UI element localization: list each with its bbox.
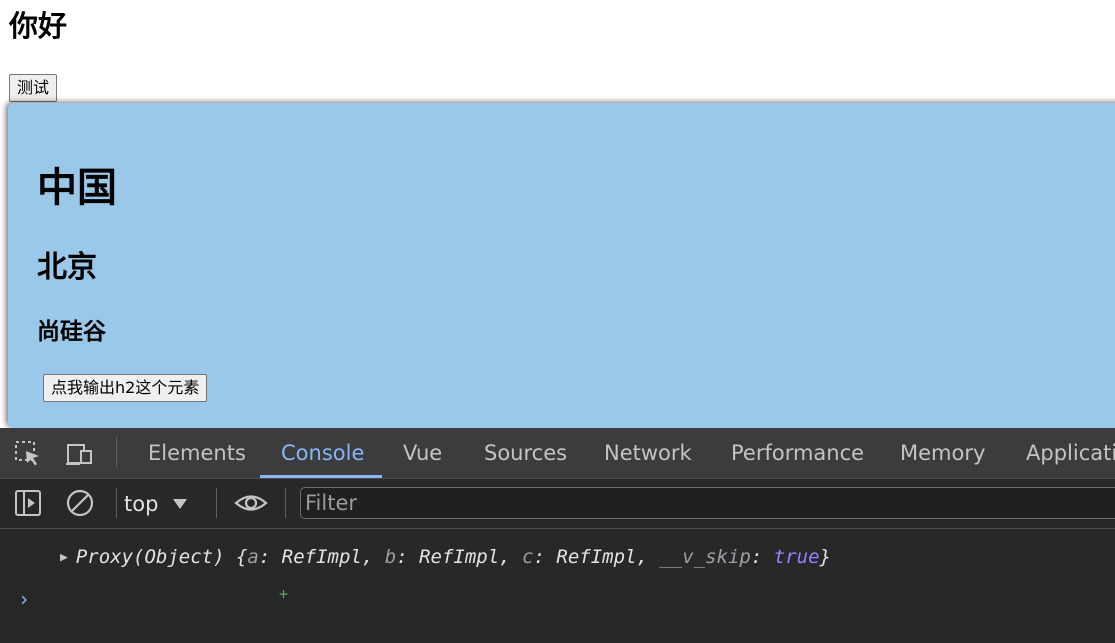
mouse-cursor-plus: + <box>279 585 289 603</box>
log-suffix: } <box>819 546 831 568</box>
tab-console[interactable]: Console <box>281 428 364 478</box>
filter-box <box>300 487 1115 519</box>
tabbar-separator <box>116 437 117 467</box>
clear-console-icon[interactable] <box>66 489 94 517</box>
tab-performance[interactable]: Performance <box>731 428 864 478</box>
log-value: RefImpl <box>556 546 637 568</box>
toolbar-separator <box>116 488 117 518</box>
toolbar-separator <box>216 488 217 518</box>
context-selector[interactable]: top <box>124 479 188 528</box>
log-value: RefImpl <box>419 546 500 568</box>
tab-vue[interactable]: Vue <box>403 428 442 478</box>
tab-sources[interactable]: Sources <box>484 428 567 478</box>
toolbar-separator <box>285 488 286 518</box>
heading-beijing: 北京 <box>37 250 97 285</box>
tab-network[interactable]: Network <box>604 428 692 478</box>
log-key: a <box>247 546 259 568</box>
tab-application[interactable]: Applicatio <box>1026 428 1115 478</box>
heading-school: 尚硅谷 <box>37 319 106 345</box>
log-value-boolean: true <box>773 546 820 568</box>
devtools-panel: Elements Console Vue Sources Network Per… <box>0 428 1115 643</box>
context-label: top <box>124 491 159 516</box>
tab-memory[interactable]: Memory <box>900 428 985 478</box>
log-key: __v_skip <box>659 546 751 568</box>
log-key: b <box>384 546 397 568</box>
live-expression-eye-icon[interactable] <box>234 489 268 517</box>
page-title: 你好 <box>9 9 68 43</box>
page-viewport: 你好 测试 中国 北京 尚硅谷 点我输出h2这个元素 <box>0 0 1115 428</box>
test-button[interactable]: 测试 <box>9 74 58 102</box>
log-key: c <box>522 546 534 568</box>
print-h2-button[interactable]: 点我输出h2这个元素 <box>43 374 208 402</box>
component-box: 中国 北京 尚硅谷 点我输出h2这个元素 <box>8 103 1115 428</box>
console-toolbar: top <box>0 479 1115 529</box>
screen: 你好 测试 中国 北京 尚硅谷 点我输出h2这个元素 Elements Cons… <box>0 0 1115 643</box>
dropdown-arrow-icon <box>173 498 188 509</box>
active-tab-indicator <box>260 475 382 478</box>
inspect-icon[interactable] <box>14 440 42 468</box>
sidebar-toggle-icon[interactable] <box>14 489 42 517</box>
console-prompt-icon[interactable]: › <box>18 585 30 613</box>
expand-triangle-icon[interactable]: ▶ <box>60 544 68 572</box>
device-toggle-icon[interactable] <box>66 440 94 468</box>
log-prefix: Proxy(Object) { <box>75 546 248 568</box>
devtools-tabbar: Elements Console Vue Sources Network Per… <box>0 428 1115 479</box>
heading-china: 中国 <box>37 165 117 211</box>
console-log-entry[interactable]: ▶ Proxy(Object) {a: RefImpl, b: RefImpl, … <box>60 543 831 571</box>
log-value: RefImpl <box>281 546 362 568</box>
tab-elements[interactable]: Elements <box>148 428 246 478</box>
filter-input[interactable] <box>305 488 1105 518</box>
console-output: ▶ Proxy(Object) {a: RefImpl, b: RefImpl, … <box>0 529 1115 643</box>
